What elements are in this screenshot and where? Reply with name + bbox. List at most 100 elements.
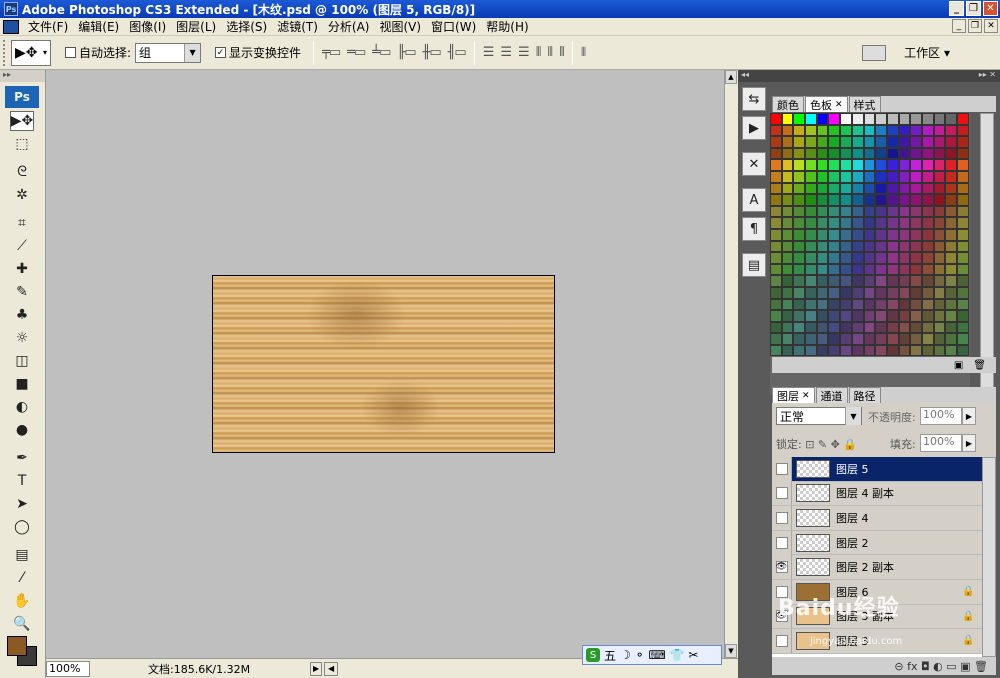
swatch[interactable] xyxy=(945,217,957,229)
distribute-left-icon[interactable]: ⦀ xyxy=(536,45,542,60)
show-transform-checkbox[interactable]: ✓ xyxy=(215,47,227,58)
swatch[interactable] xyxy=(898,228,911,241)
swatch-tab-0[interactable]: 颜色 xyxy=(772,96,804,112)
swatch[interactable] xyxy=(863,310,876,322)
swatch[interactable] xyxy=(793,113,806,125)
layer-comps-icon[interactable]: ▤ xyxy=(742,253,766,277)
swatch[interactable] xyxy=(910,298,922,311)
swatch[interactable] xyxy=(828,205,841,218)
swatch[interactable] xyxy=(816,217,829,229)
swatch[interactable] xyxy=(945,275,957,287)
swatch[interactable] xyxy=(910,170,922,183)
layer-row[interactable]: 图层 5 xyxy=(772,457,982,482)
swatch[interactable] xyxy=(875,159,887,171)
swatch[interactable] xyxy=(770,182,782,195)
swatch[interactable] xyxy=(898,263,911,276)
swatch[interactable] xyxy=(828,136,841,148)
swatch[interactable] xyxy=(851,333,864,345)
tool-presets-icon[interactable]: ✕ xyxy=(742,152,766,176)
swatch[interactable] xyxy=(875,240,887,253)
swatch[interactable] xyxy=(921,275,934,287)
opacity-field[interactable]: 100% xyxy=(920,407,962,425)
swatch[interactable] xyxy=(793,124,806,137)
swatch[interactable] xyxy=(933,147,946,160)
swatch[interactable] xyxy=(828,217,841,229)
swatch[interactable] xyxy=(851,182,864,195)
swatch[interactable] xyxy=(781,217,794,229)
swatch[interactable] xyxy=(957,194,969,206)
eye-icon[interactable] xyxy=(775,634,788,647)
swatch[interactable] xyxy=(805,310,817,322)
layer-name[interactable]: 图层 2 xyxy=(836,535,982,551)
swatch[interactable] xyxy=(770,344,782,357)
swatch[interactable] xyxy=(840,124,852,137)
fill-field[interactable]: 100% xyxy=(920,434,962,452)
opacity-slider-button[interactable]: ▶ xyxy=(962,407,976,425)
swatch[interactable] xyxy=(805,240,817,253)
crop-tool[interactable]: ⌗ xyxy=(10,213,34,233)
swatch[interactable] xyxy=(921,240,934,253)
brush-tool[interactable]: ✎ xyxy=(10,282,34,302)
layer-thumbnail[interactable] xyxy=(796,459,830,478)
distribute-vcenter-icon[interactable]: ☰ xyxy=(500,45,512,60)
swatch[interactable] xyxy=(851,263,864,276)
swatch[interactable] xyxy=(863,205,876,218)
swatch[interactable] xyxy=(933,321,946,334)
swatch[interactable] xyxy=(770,252,782,264)
swatch[interactable] xyxy=(793,333,806,345)
swatch[interactable] xyxy=(805,182,817,195)
swatch[interactable] xyxy=(957,228,969,241)
swatch[interactable] xyxy=(898,182,911,195)
swatch[interactable] xyxy=(898,344,911,357)
swatch[interactable] xyxy=(945,252,957,264)
swatch[interactable] xyxy=(828,344,841,357)
swatch[interactable] xyxy=(840,205,852,218)
swatch[interactable] xyxy=(816,170,829,183)
swatch[interactable] xyxy=(875,310,887,322)
swatch[interactable] xyxy=(921,310,934,322)
doc-minimize-button[interactable]: _ xyxy=(952,19,966,33)
swatch[interactable] xyxy=(886,159,899,171)
swatch-grid[interactable] xyxy=(770,113,970,395)
swatch[interactable] xyxy=(851,344,864,357)
swatch[interactable] xyxy=(875,298,887,311)
eye-icon[interactable]: 👁 xyxy=(775,561,788,574)
options-grip[interactable] xyxy=(3,39,8,66)
swatch[interactable] xyxy=(781,333,794,345)
swatch[interactable] xyxy=(863,263,876,276)
swatch[interactable] xyxy=(886,170,899,183)
type-tool[interactable]: T xyxy=(10,471,34,491)
swatch[interactable] xyxy=(805,286,817,299)
history-icon[interactable]: ⇆ xyxy=(742,87,766,111)
swatch[interactable] xyxy=(793,159,806,171)
swatch[interactable] xyxy=(793,275,806,287)
swatch[interactable] xyxy=(793,205,806,218)
swatch[interactable] xyxy=(863,170,876,183)
swatch[interactable] xyxy=(910,333,922,345)
swatch[interactable] xyxy=(781,228,794,241)
align-top-icon[interactable]: ╤▭ xyxy=(322,45,341,60)
align-hcenter-icon[interactable]: ╫▭ xyxy=(423,45,442,60)
swatch[interactable] xyxy=(770,217,782,229)
marquee-tool[interactable]: ⬚ xyxy=(10,134,34,154)
swatch[interactable] xyxy=(910,205,922,218)
swatch[interactable] xyxy=(910,310,922,322)
swatch-tab-1[interactable]: 色板 ✕ xyxy=(805,96,848,112)
eyedropper-tool[interactable]: ⟋ xyxy=(10,236,34,256)
swatch[interactable] xyxy=(921,321,934,334)
swatch[interactable] xyxy=(863,321,876,334)
auto-align-icon[interactable]: ⦀ xyxy=(581,45,586,60)
swatch[interactable] xyxy=(886,252,899,264)
swatch[interactable] xyxy=(910,240,922,253)
lasso-tool[interactable]: ᘓ xyxy=(10,162,34,182)
swatch[interactable] xyxy=(875,275,887,287)
swatch[interactable] xyxy=(816,263,829,276)
menu-item-3[interactable]: 图层(L) xyxy=(171,18,221,35)
swatch[interactable] xyxy=(840,298,852,311)
swatch[interactable] xyxy=(816,147,829,160)
swatch[interactable] xyxy=(933,286,946,299)
swatch[interactable] xyxy=(957,252,969,264)
sogou-icon[interactable]: S xyxy=(586,648,600,662)
swatch[interactable] xyxy=(886,217,899,229)
wood-texture-image[interactable] xyxy=(212,275,555,453)
